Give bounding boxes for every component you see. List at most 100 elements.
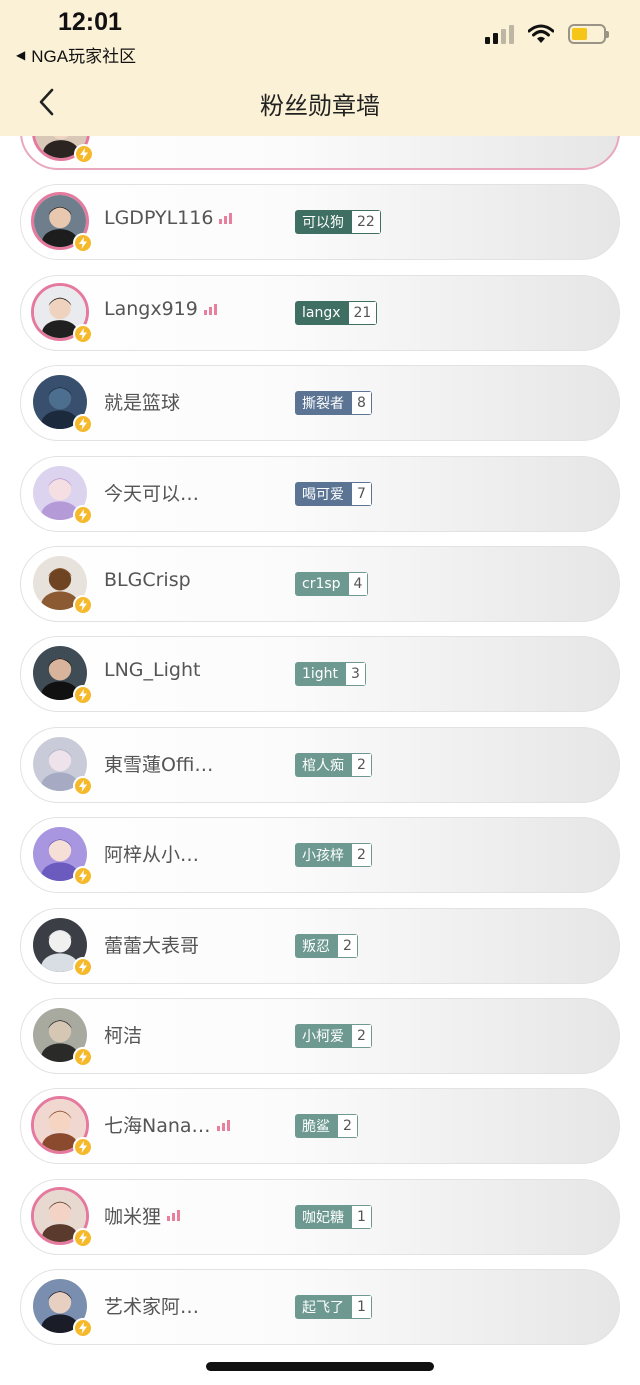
fan-medal-badge: 棺人痴 2	[295, 752, 372, 777]
lightning-badge-icon	[73, 504, 93, 525]
fan-medal-badge: 1ight 3	[295, 662, 366, 687]
fan-medal-badge: langx 21	[295, 300, 378, 325]
medal-level: 22	[351, 210, 381, 235]
lightning-badge-icon	[73, 866, 93, 887]
avatar[interactable]	[31, 1277, 93, 1339]
fan-medal-badge: cr1sp 4	[295, 572, 369, 596]
avatar[interactable]	[31, 734, 93, 796]
lightning-badge-icon	[73, 595, 93, 615]
fan-medal-badge: 咖妃糖 1	[295, 1204, 372, 1229]
fan-name-text: 柯洁	[104, 1025, 143, 1047]
medal-level: 1	[351, 1295, 372, 1320]
header: 12:01 ◀ NGA玩家社区 粉丝勋章墙	[0, 0, 640, 136]
back-app-label: NGA玩家社区	[31, 47, 137, 66]
fan-name-text: LNG_Light	[104, 659, 201, 682]
lightning-badge-icon	[73, 1227, 93, 1248]
medal-name: 小孩梓	[295, 843, 351, 868]
user-level-icon	[167, 1209, 181, 1222]
status-time: 12:01	[58, 8, 122, 36]
lightning-badge-icon	[73, 233, 93, 254]
fan-name-text: Langx919	[104, 297, 198, 320]
fan-row[interactable]: 艺术家阿… 起飞了 1	[20, 1269, 620, 1346]
medal-level: 3	[345, 662, 366, 687]
fan-row[interactable]: 蕾蕾大表哥 叛忍 2	[20, 907, 620, 984]
avatar[interactable]	[31, 1186, 93, 1248]
fan-medal-badge: 脆鲨 2	[295, 1114, 358, 1139]
avatar[interactable]	[31, 463, 93, 525]
fan-name[interactable]: 柯洁	[104, 1021, 142, 1048]
avatar[interactable]	[31, 192, 93, 254]
fan-name-text: 咖米狸	[104, 1205, 162, 1228]
fan-name[interactable]: LNG_Light	[104, 659, 200, 681]
fan-name[interactable]: 蕾蕾大表哥	[104, 931, 199, 958]
fan-name[interactable]: 七海Nana…	[104, 1111, 230, 1138]
page-title: 粉丝勋章墙	[260, 92, 380, 120]
back-to-app-link[interactable]: ◀ NGA玩家社区	[16, 42, 136, 67]
fan-medal-list[interactable]: LGDPYL116 可以狗 22 Langx919 langx 21 就是篮球 …	[0, 0, 640, 1385]
lightning-badge-icon	[73, 1047, 93, 1067]
medal-level: 2	[337, 933, 358, 958]
fan-name-text: BLGCrisp	[104, 569, 191, 591]
avatar[interactable]	[31, 373, 93, 435]
fan-row[interactable]: 東雪蓮Offi… 棺人痴 2	[20, 726, 620, 803]
medal-level: 2	[337, 1114, 358, 1139]
fan-medal-badge: 叛忍 2	[295, 933, 358, 958]
fan-row[interactable]: 七海Nana… 脆鲨 2	[20, 1088, 620, 1165]
fan-medal-badge: 喝可爱 7	[295, 481, 372, 506]
fan-name-text: LGDPYL116	[104, 207, 214, 230]
fan-name[interactable]: Langx919	[104, 298, 217, 320]
medal-level: 1	[351, 1204, 372, 1229]
fan-row[interactable]: 就是篮球 撕裂者 8	[20, 365, 620, 442]
fan-name[interactable]: 艺术家阿…	[104, 1292, 199, 1319]
cellular-signal-icon	[485, 24, 514, 44]
fan-medal-badge: 小孩梓 2	[295, 843, 372, 868]
medal-name: 脆鲨	[295, 1114, 337, 1139]
avatar[interactable]	[31, 554, 93, 615]
user-level-icon	[203, 303, 217, 315]
fan-row[interactable]: BLGCrisp cr1sp 4	[20, 546, 620, 622]
medal-level: 8	[351, 391, 372, 416]
fan-row[interactable]: 咖米狸 咖妃糖 1	[20, 1178, 620, 1255]
avatar[interactable]	[31, 282, 93, 344]
lightning-badge-icon	[73, 1137, 93, 1158]
medal-name: 叛忍	[295, 933, 337, 958]
home-indicator[interactable]	[206, 1362, 434, 1371]
lightning-badge-icon	[73, 775, 93, 796]
fan-name[interactable]: BLGCrisp	[104, 569, 191, 591]
avatar[interactable]	[31, 915, 93, 977]
medal-name: 1ight	[295, 662, 346, 687]
medal-name: cr1sp	[295, 572, 348, 596]
fan-row[interactable]: Langx919 langx 21	[20, 274, 620, 351]
fan-name[interactable]: 阿梓从小…	[104, 840, 199, 867]
battery-icon	[568, 24, 609, 44]
lightning-badge-icon	[73, 685, 93, 706]
back-triangle-icon: ◀	[16, 47, 26, 62]
fan-name[interactable]: 咖米狸	[104, 1202, 181, 1229]
fan-name[interactable]: 就是篮球	[104, 388, 180, 415]
avatar[interactable]	[31, 825, 93, 887]
avatar[interactable]	[31, 644, 93, 706]
medal-name: 棺人痴	[295, 752, 351, 777]
medal-name: 喝可爱	[295, 481, 351, 506]
medal-level: 2	[351, 843, 372, 868]
fan-row[interactable]: LGDPYL116 可以狗 22	[20, 184, 620, 261]
fan-row[interactable]: 阿梓从小… 小孩梓 2	[20, 817, 620, 894]
medal-name: langx	[295, 300, 348, 325]
medal-name: 撕裂者	[295, 391, 351, 416]
fan-row[interactable]: 柯洁 小柯爱 2	[20, 998, 620, 1074]
fan-name-text: 艺术家阿…	[104, 1296, 200, 1319]
medal-level: 2	[351, 752, 372, 777]
medal-level: 2	[351, 1024, 372, 1048]
fan-row[interactable]: 今天可以… 喝可爱 7	[20, 455, 620, 532]
medal-level: 4	[347, 572, 369, 596]
fan-name[interactable]: LGDPYL116	[104, 207, 233, 230]
fan-name[interactable]: 東雪蓮Offi…	[104, 750, 213, 777]
fan-row[interactable]: LNG_Light 1ight 3	[20, 636, 620, 713]
medal-name: 可以狗	[295, 210, 351, 235]
fan-name-text: 蕾蕾大表哥	[104, 934, 200, 957]
fan-name[interactable]: 今天可以…	[104, 479, 199, 506]
fan-name-text: 阿梓从小…	[104, 844, 200, 867]
user-level-icon	[219, 212, 233, 225]
avatar[interactable]	[31, 1006, 93, 1067]
avatar[interactable]	[31, 1096, 93, 1158]
